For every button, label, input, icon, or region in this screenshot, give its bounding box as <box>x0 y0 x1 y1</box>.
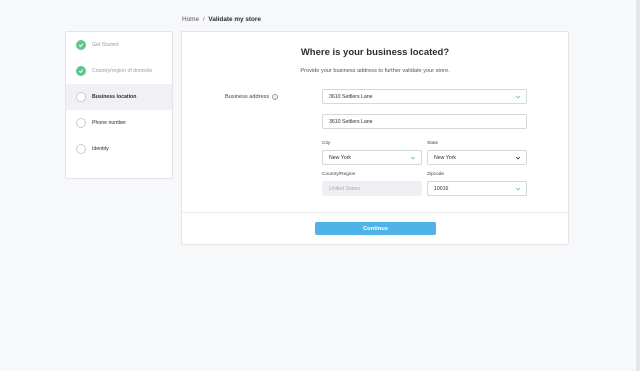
check-icon <box>76 40 86 50</box>
step-business-location[interactable]: Business location <box>66 84 172 110</box>
zipcode-input[interactable]: 10016 <box>427 181 527 196</box>
continue-button[interactable]: Continue <box>315 222 436 235</box>
country-field: United States <box>322 181 422 196</box>
step-label: Country/region of domicile <box>92 68 153 74</box>
city-label: City <box>322 141 331 146</box>
address-select[interactable]: 3610 Settlers Lane <box>322 89 527 104</box>
card-divider <box>182 212 568 213</box>
zipcode-value: 10016 <box>434 185 449 192</box>
breadcrumb: Home / Validate my store <box>182 16 261 23</box>
state-select[interactable]: New York <box>427 150 527 165</box>
state-label: State <box>427 141 439 146</box>
state-value: New York <box>434 154 456 161</box>
breadcrumb-home[interactable]: Home <box>182 16 199 23</box>
zipcode-label: Zipcode <box>427 172 445 177</box>
empty-circle-icon <box>76 118 86 128</box>
chevron-down-icon <box>410 156 416 160</box>
address-line-input[interactable]: 3610 Settlers Lane <box>322 114 527 129</box>
address-select-value: 3610 Settlers Lane <box>329 93 373 100</box>
city-select[interactable]: New York <box>322 150 422 165</box>
business-address-label: Business address ? <box>225 94 279 100</box>
breadcrumb-current: Validate my store <box>208 16 261 23</box>
page-subtitle: Provide your business address to further… <box>300 68 450 74</box>
empty-circle-icon <box>76 92 86 102</box>
step-identity[interactable]: Identity <box>66 136 172 162</box>
breadcrumb-separator: / <box>202 16 205 23</box>
country-label: Country/Region <box>322 172 356 177</box>
step-phone-number[interactable]: Phone number <box>66 110 172 136</box>
chevron-down-icon <box>515 187 521 191</box>
chevron-down-icon <box>515 95 521 99</box>
step-label: Identity <box>92 146 109 152</box>
step-label: Phone number <box>92 120 127 126</box>
address-line-value: 3610 Settlers Lane <box>329 118 373 125</box>
empty-circle-icon <box>76 144 86 154</box>
business-location-card: Where is your business located? Provide … <box>181 31 569 245</box>
step-label: Business location <box>92 94 137 100</box>
business-address-label-text: Business address <box>225 94 270 100</box>
page-scrollbar[interactable] <box>636 0 640 371</box>
step-label: Get Started <box>92 42 119 48</box>
country-value: United States <box>329 185 361 192</box>
city-value: New York <box>329 154 351 161</box>
progress-stepper: Get Started Country/region of domicile B… <box>65 31 173 179</box>
step-country-region[interactable]: Country/region of domicile <box>66 58 172 84</box>
check-icon <box>76 66 86 76</box>
page-title: Where is your business located? <box>300 47 450 58</box>
step-get-started[interactable]: Get Started <box>66 32 172 58</box>
info-icon[interactable]: ? <box>272 94 279 100</box>
chevron-down-icon <box>515 156 521 160</box>
